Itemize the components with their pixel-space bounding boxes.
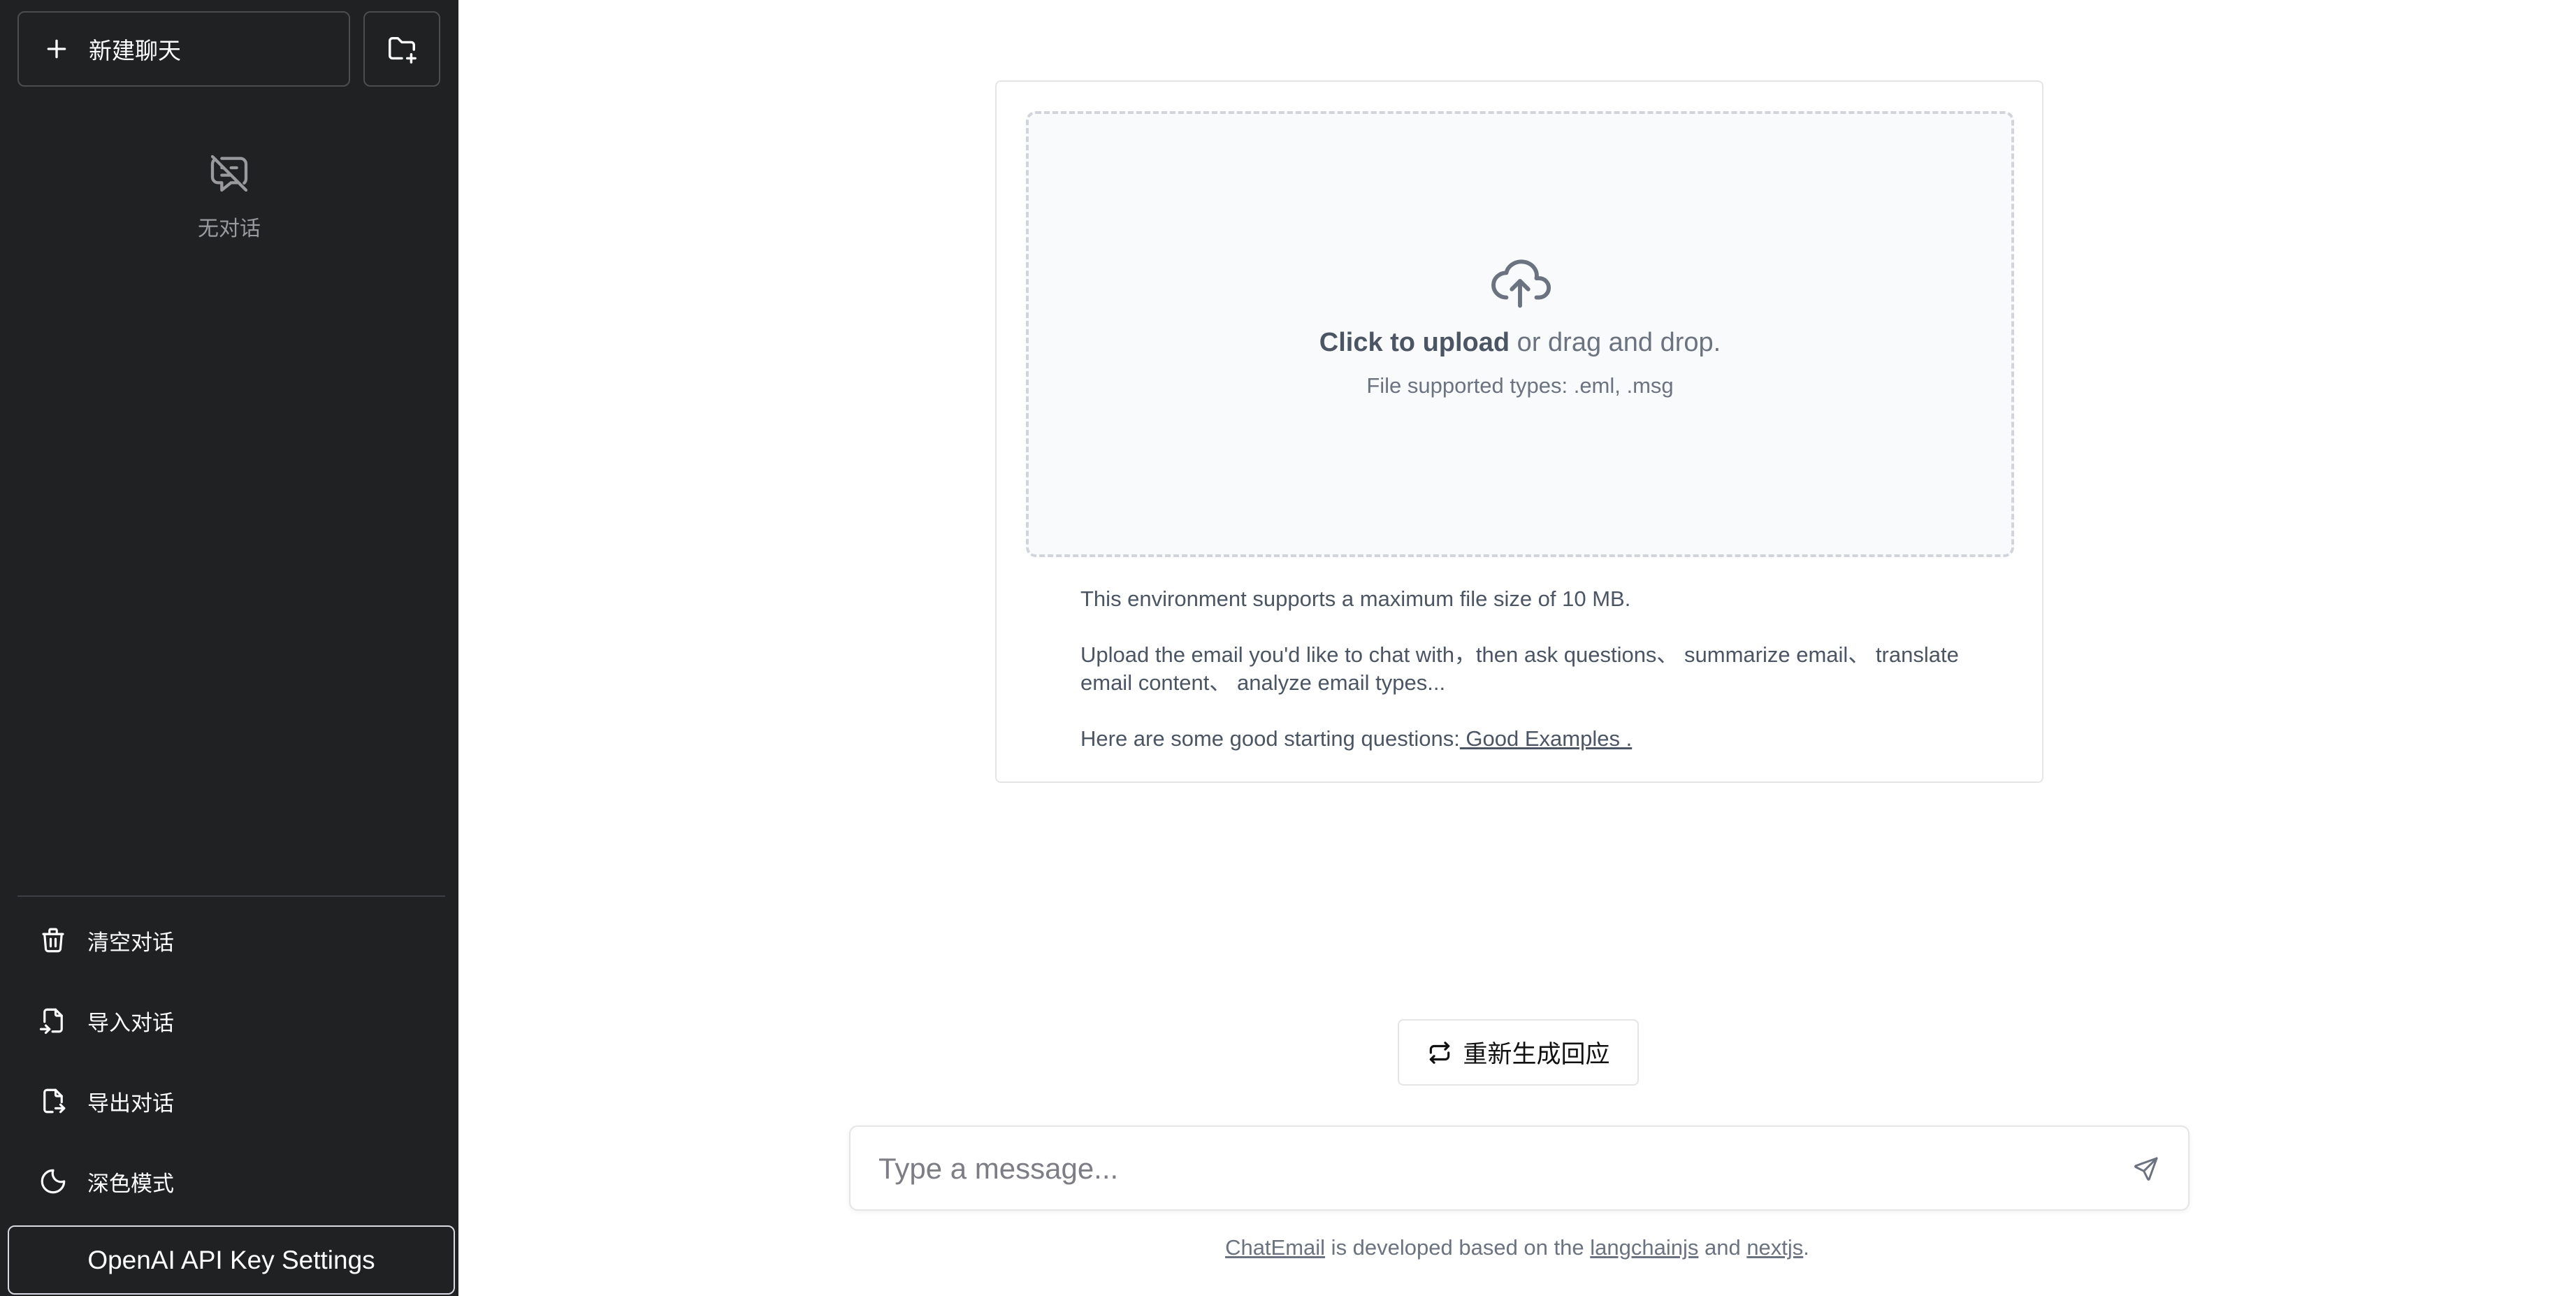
info-questions: Here are some good starting questions: G… xyxy=(1080,725,2003,753)
info-size: This environment supports a maximum file… xyxy=(1080,586,1631,611)
send-icon xyxy=(2134,1157,2158,1181)
regenerate-response-button[interactable]: 重新生成回应 xyxy=(1398,1019,1639,1086)
new-folder-button[interactable] xyxy=(363,11,440,87)
clear-conversations-button[interactable]: 清空对话 xyxy=(17,907,445,974)
dark-mode-button[interactable]: 深色模式 xyxy=(17,1148,445,1215)
api-key-label: OpenAI API Key Settings xyxy=(87,1245,375,1274)
folder-plus-icon xyxy=(389,36,417,64)
clear-label: 清空对话 xyxy=(87,930,174,955)
file-import-icon xyxy=(39,1008,63,1035)
upload-info: This environment supports a maximum file… xyxy=(1080,585,2003,781)
plus-icon xyxy=(47,39,66,59)
main-area: Click to upload or drag and drop. File s… xyxy=(458,0,2576,1296)
supported-types: File supported types: .eml, .msg xyxy=(1366,373,1674,398)
chatemail-link[interactable]: ChatEmail xyxy=(1225,1235,1325,1260)
regenerate-label: 重新生成回应 xyxy=(1463,1041,1610,1068)
import-label: 导入对话 xyxy=(87,1010,174,1035)
upload-cta-bold[interactable]: Click to upload xyxy=(1319,328,1510,357)
upload-cta-rest: or drag and drop. xyxy=(1510,328,1721,357)
good-examples-link[interactable]: Good Examples . xyxy=(1460,726,1632,751)
upload-dropzone[interactable]: Click to upload or drag and drop. File s… xyxy=(1026,111,2014,557)
info-usage: Upload the email you'd like to chat with… xyxy=(1080,642,1959,695)
moon-icon xyxy=(41,1169,66,1194)
nextjs-link[interactable]: nextjs xyxy=(1746,1235,1803,1260)
repeat-icon xyxy=(1430,1041,1450,1064)
langchainjs-link[interactable]: langchainjs xyxy=(1590,1235,1698,1260)
empty-label: 无对话 xyxy=(198,217,261,240)
dark-mode-label: 深色模式 xyxy=(87,1171,174,1196)
export-conversations-button[interactable]: 导出对话 xyxy=(17,1067,445,1135)
export-label: 导出对话 xyxy=(87,1090,174,1116)
cloud-upload-icon xyxy=(1491,259,1551,308)
footer-text-2: and xyxy=(1698,1235,1747,1260)
message-input[interactable] xyxy=(877,1141,2093,1197)
api-key-settings-button[interactable]: OpenAI API Key Settings xyxy=(8,1225,455,1295)
sidebar: 新建聊天 无对话 清空对话 导入对话 导出对话 深色模式 OpenAI API … xyxy=(0,0,458,1296)
trash-icon xyxy=(42,928,64,953)
footer-text-1: is developed based on the xyxy=(1325,1235,1591,1260)
message-off-icon xyxy=(210,154,248,192)
file-export-icon xyxy=(43,1088,66,1114)
new-chat-label: 新建聊天 xyxy=(89,38,181,64)
footer: ChatEmail is developed based on the lang… xyxy=(458,1235,2576,1260)
upload-cta: Click to upload or drag and drop. xyxy=(1319,328,1721,358)
send-button[interactable] xyxy=(2129,1152,2163,1186)
empty-conversations: 无对话 xyxy=(0,151,458,242)
new-chat-button[interactable]: 新建聊天 xyxy=(17,11,350,87)
import-conversations-button[interactable]: 导入对话 xyxy=(17,987,445,1054)
sidebar-divider xyxy=(17,895,445,897)
message-composer xyxy=(849,1125,2190,1211)
upload-card: Click to upload or drag and drop. File s… xyxy=(995,80,2043,783)
footer-text-3: . xyxy=(1803,1235,1809,1260)
info-questions-prefix: Here are some good starting questions: xyxy=(1080,726,1460,751)
